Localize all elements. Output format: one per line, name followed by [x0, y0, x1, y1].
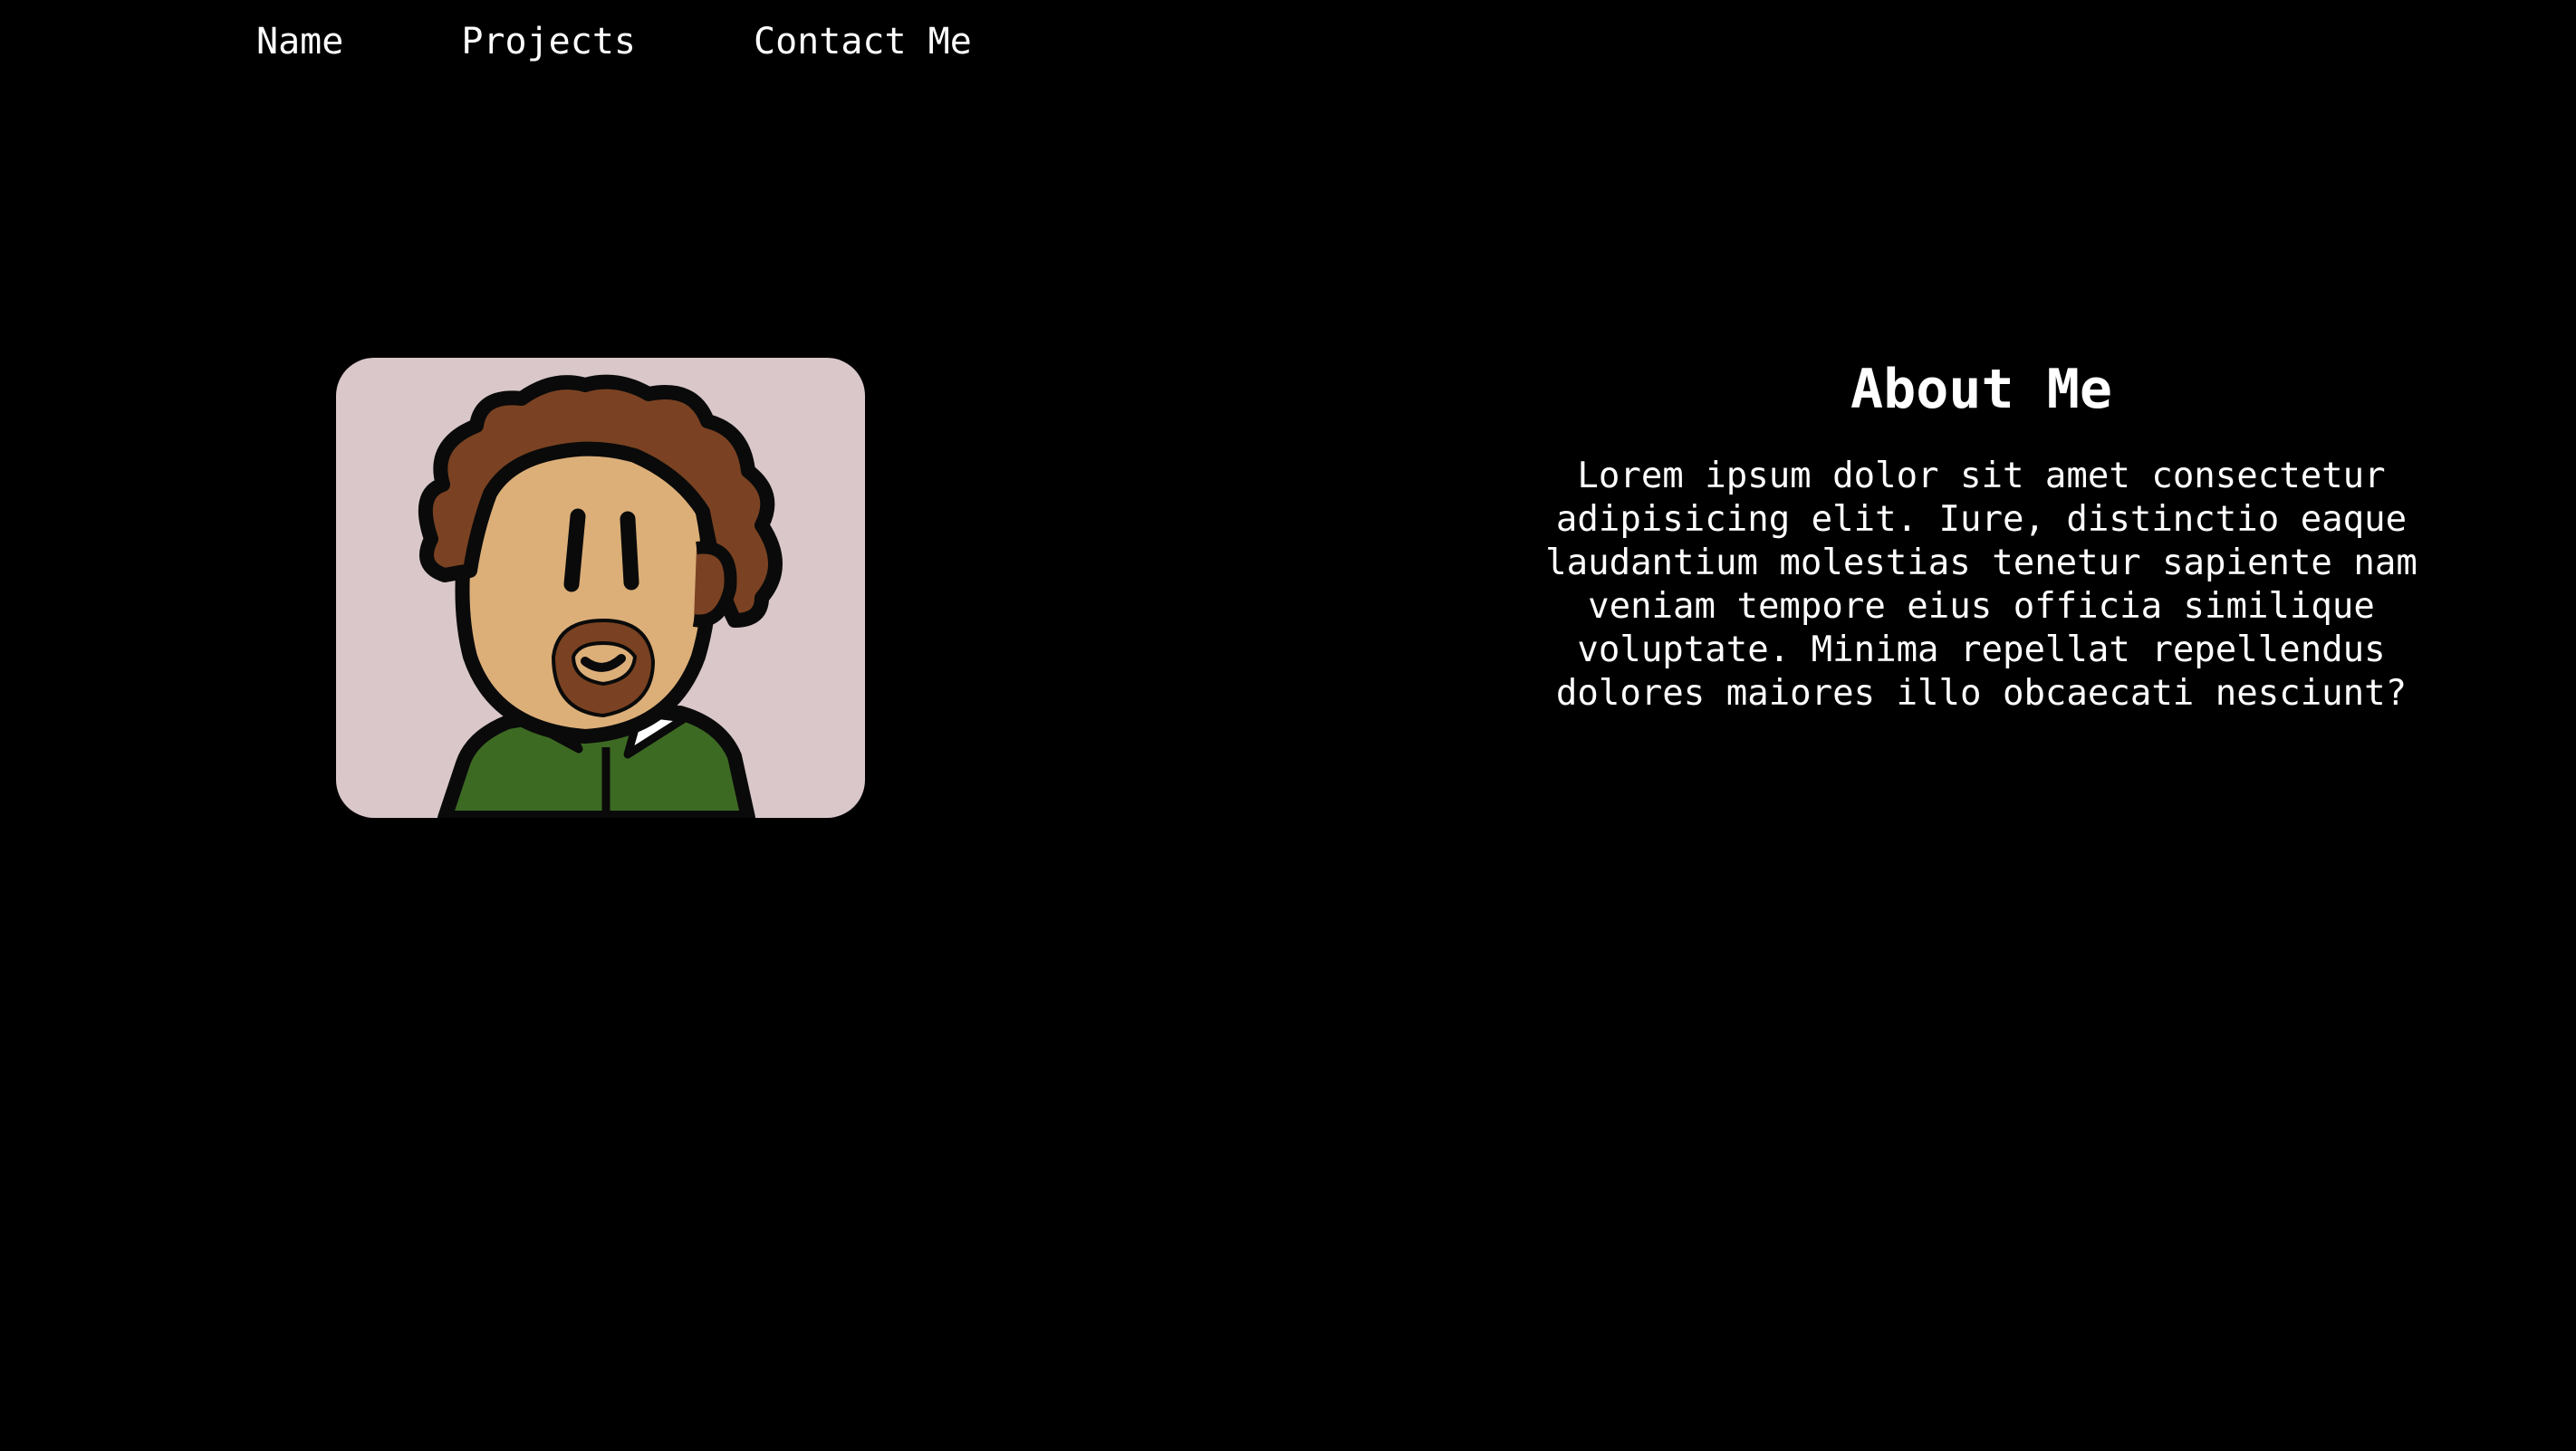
about-title: About Me	[1850, 358, 2112, 421]
about-body: Lorem ipsum dolor sit amet consectetur a…	[1545, 456, 2417, 714]
nav-link-contact-me[interactable]: Contact Me	[754, 16, 972, 67]
about-section: About Me Lorem ipsum dolor sit amet cons…	[1522, 353, 2441, 716]
nav-link-projects[interactable]: Projects	[461, 16, 636, 67]
top-nav: Name Projects Contact Me	[256, 16, 972, 67]
profile-avatar	[336, 358, 865, 818]
nav-link-name[interactable]: Name	[256, 16, 343, 67]
cartoon-portrait-icon	[418, 374, 783, 818]
